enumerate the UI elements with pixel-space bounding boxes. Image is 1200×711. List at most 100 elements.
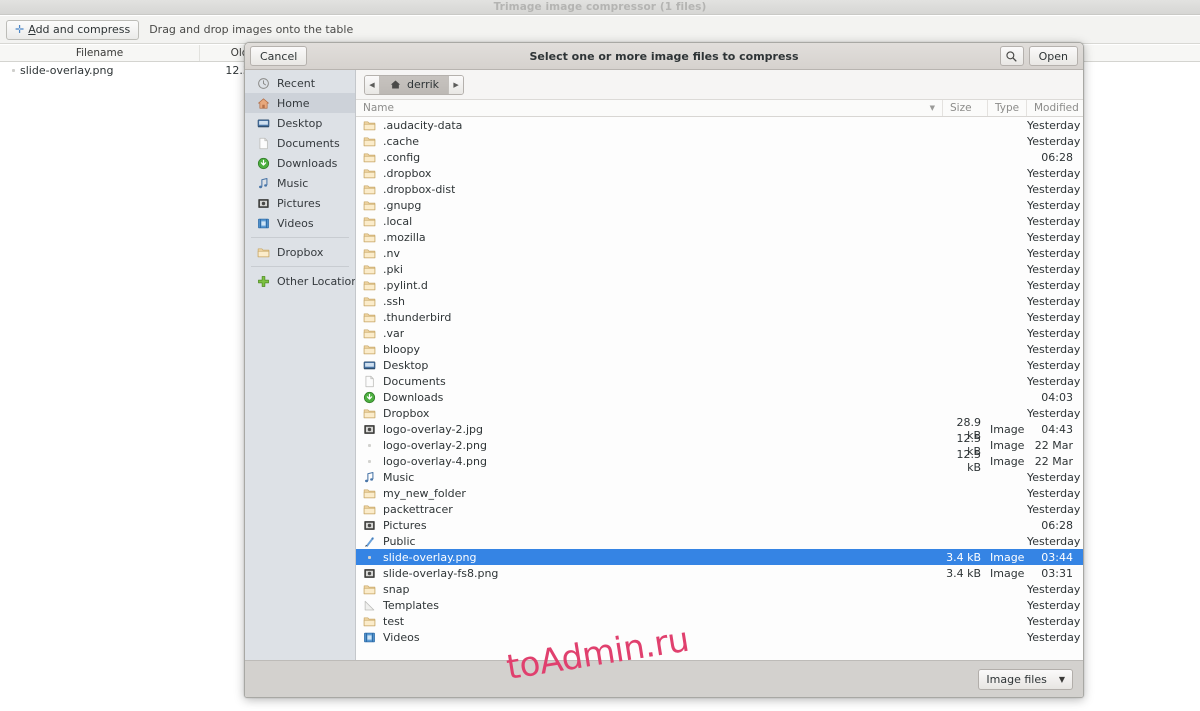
chevron-right-icon[interactable]: ▶ xyxy=(448,75,464,94)
file-filter-combo[interactable]: Image files ▼ xyxy=(978,668,1073,690)
file-row-name-cell: .nv xyxy=(356,247,943,260)
dialog-title: Select one or more image files to compre… xyxy=(529,49,799,63)
file-row-modified: Yesterday xyxy=(1027,614,1081,628)
sidebar-item-desktop[interactable]: Desktop xyxy=(245,113,355,133)
file-row-name: .pki xyxy=(383,262,403,276)
file-list-row[interactable]: Downloads 04:03 xyxy=(356,389,1083,405)
sidebar-item-documents[interactable]: Documents xyxy=(245,133,355,153)
file-list-row[interactable]: .ssh Yesterday xyxy=(356,293,1083,309)
file-row-name: snap xyxy=(383,582,410,596)
sidebar-item-home[interactable]: Home xyxy=(245,93,355,113)
places-sidebar: Recent Home Desktop Documents Downloads … xyxy=(245,70,356,660)
file-list-row[interactable]: .cache Yesterday xyxy=(356,133,1083,149)
file-row-name: .ssh xyxy=(383,294,405,308)
file-list-row[interactable]: snap Yesterday xyxy=(356,581,1083,597)
file-chooser-dialog: Cancel Select one or more image files to… xyxy=(244,42,1084,698)
file-row-name-cell: .mozilla xyxy=(356,231,943,244)
sidebar-item-music[interactable]: Music xyxy=(245,173,355,193)
sidebar-item-recent[interactable]: Recent xyxy=(245,73,355,93)
file-row-name-cell: .dropbox-dist xyxy=(356,183,943,196)
download-icon xyxy=(257,157,270,169)
sidebar-item-label: Recent xyxy=(277,76,316,90)
file-row-modified: Yesterday xyxy=(1027,310,1081,324)
file-list-row[interactable]: .dropbox Yesterday xyxy=(356,165,1083,181)
file-list-row[interactable]: bloopy Yesterday xyxy=(356,341,1083,357)
cancel-button[interactable]: Cancel xyxy=(250,46,308,66)
picture-icon xyxy=(258,198,269,208)
folder-icon xyxy=(363,585,376,594)
file-row-modified: 04:03 xyxy=(1041,390,1073,404)
file-list-row[interactable]: .dropbox-dist Yesterday xyxy=(356,181,1083,197)
column-header-type[interactable]: Type xyxy=(988,100,1027,116)
file-list-row[interactable]: my_new_folder Yesterday xyxy=(356,485,1083,501)
file-list-row[interactable]: .mozilla Yesterday xyxy=(356,229,1083,245)
sidebar-item-dropbox[interactable]: Dropbox xyxy=(245,242,355,262)
file-row-name-cell: Pictures xyxy=(356,519,943,532)
file-list-row[interactable]: slide-overlay.png 3.4 kB Image 03:44 xyxy=(356,549,1083,565)
sidebar-item-videos[interactable]: Videos xyxy=(245,213,355,233)
file-list-row[interactable]: .pylint.d Yesterday xyxy=(356,277,1083,293)
music-icon xyxy=(365,471,374,482)
file-list-row[interactable]: .local Yesterday xyxy=(356,213,1083,229)
file-list-row[interactable]: test Yesterday xyxy=(356,613,1083,629)
search-button[interactable] xyxy=(999,46,1024,66)
file-row-name: Downloads xyxy=(383,390,444,404)
sidebar-item-label: Videos xyxy=(277,216,314,230)
file-row-modified: 22 Mar xyxy=(1034,438,1073,452)
file-list-row[interactable]: Desktop Yesterday xyxy=(356,357,1083,373)
pathbar: ◀ derrik ▶ xyxy=(364,74,465,95)
file-row-type: Image xyxy=(990,438,1025,452)
column-header-modified[interactable]: Modified xyxy=(1027,100,1083,116)
folder-icon xyxy=(363,345,376,354)
sidebar-separator xyxy=(251,237,349,238)
add-and-compress-button[interactable]: ✛ Add and compress xyxy=(6,19,140,40)
file-list-row[interactable]: Videos Yesterday xyxy=(356,629,1083,645)
file-list-row[interactable]: .config 06:28 xyxy=(356,149,1083,165)
file-row-modified: Yesterday xyxy=(1027,262,1081,276)
file-list-row[interactable]: Public Yesterday xyxy=(356,533,1083,549)
file-row-name: .nv xyxy=(383,246,400,260)
sidebar-item-other-locations[interactable]: Other Locations xyxy=(245,271,355,291)
file-list[interactable]: .audacity-data Yesterday .cache Yesterday .c… xyxy=(356,117,1083,660)
pathbar-row: ◀ derrik ▶ xyxy=(356,70,1083,100)
picture-icon xyxy=(364,568,375,578)
file-list-row[interactable]: .gnupg Yesterday xyxy=(356,197,1083,213)
file-list-row[interactable]: .nv Yesterday xyxy=(356,245,1083,261)
file-row-name: .pylint.d xyxy=(383,278,428,292)
file-row-type: Image xyxy=(990,550,1025,564)
open-button[interactable]: Open xyxy=(1028,46,1078,66)
file-browser-pane: ◀ derrik ▶ Name ▼ Size Type Modified .au… xyxy=(356,70,1083,660)
folder-icon xyxy=(363,249,376,258)
file-list-row[interactable]: slide-overlay-fs8.png 3.4 kB Image 03:31 xyxy=(356,565,1083,581)
file-row-name-cell: slide-overlay.png xyxy=(356,551,943,564)
file-list-row[interactable]: .var Yesterday xyxy=(356,325,1083,341)
sidebar-item-pictures[interactable]: Pictures xyxy=(245,193,355,213)
file-list-row[interactable]: logo-overlay-4.png 12.5 kB Image 22 Mar xyxy=(356,448,1083,474)
file-list-header: Name ▼ Size Type Modified xyxy=(356,100,1083,117)
folder-icon xyxy=(257,248,270,257)
column-header-size[interactable]: Size xyxy=(943,100,988,116)
file-list-row[interactable]: .pki Yesterday xyxy=(356,261,1083,277)
sidebar-item-label: Pictures xyxy=(277,196,321,210)
file-row-name: .audacity-data xyxy=(383,118,463,132)
sidebar-item-downloads[interactable]: Downloads xyxy=(245,153,355,173)
file-row-name: Documents xyxy=(383,374,446,388)
file-row-name: packettracer xyxy=(383,502,453,516)
file-list-row[interactable]: packettracer Yesterday xyxy=(356,501,1083,517)
video-icon xyxy=(364,632,375,642)
app-column-filename[interactable]: Filename xyxy=(0,45,200,61)
file-row-modified: Yesterday xyxy=(1027,230,1081,244)
column-header-name-label: Name xyxy=(363,102,394,114)
file-row-name-cell: Documents xyxy=(356,375,943,388)
chevron-left-icon[interactable]: ◀ xyxy=(365,75,380,94)
breadcrumb-derrik[interactable]: derrik xyxy=(380,75,449,94)
file-list-row[interactable]: Pictures 06:28 xyxy=(356,517,1083,533)
file-list-row[interactable]: .thunderbird Yesterday xyxy=(356,309,1083,325)
file-row-name: test xyxy=(383,614,405,628)
file-list-row[interactable]: Documents Yesterday xyxy=(356,373,1083,389)
caret-down-icon: ▼ xyxy=(1058,674,1065,684)
file-list-row[interactable]: .audacity-data Yesterday xyxy=(356,117,1083,133)
file-list-row[interactable]: Templates Yesterday xyxy=(356,597,1083,613)
file-row-name: .config xyxy=(383,150,421,164)
column-header-name[interactable]: Name ▼ xyxy=(356,100,943,116)
